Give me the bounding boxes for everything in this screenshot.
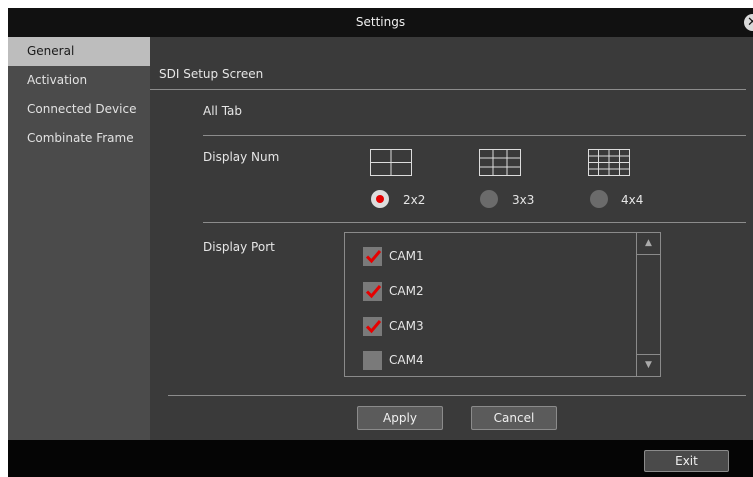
title-bar: Settings ✕ (8, 8, 753, 37)
sidebar-item-connected-device[interactable]: Connected Device (8, 95, 150, 124)
cam1-label: CAM1 (389, 249, 424, 263)
sidebar-item-label: Connected Device (27, 102, 137, 116)
footer-bar: Exit (8, 440, 753, 477)
display-port-label: Display Port (203, 240, 275, 254)
radio-3x3-label: 3x3 (512, 193, 535, 207)
display-num-label: Display Num (203, 150, 280, 164)
divider (203, 135, 746, 136)
window-title: Settings (355, 15, 406, 29)
settings-window: Settings ✕ General Activation Connected … (8, 8, 753, 477)
cam2-checkbox[interactable] (363, 282, 382, 301)
cam4-label: CAM4 (389, 353, 424, 367)
checkmark-icon (366, 285, 381, 299)
section-title: SDI Setup Screen (159, 67, 264, 81)
list-scrollbar[interactable]: ▲ ▼ (636, 233, 660, 376)
cam3-checkbox[interactable] (363, 317, 382, 336)
checkmark-icon (366, 250, 381, 264)
cam4-checkbox[interactable] (363, 351, 382, 370)
radio-4x4[interactable] (590, 190, 608, 208)
scroll-down-arrow-icon: ▼ (645, 360, 652, 370)
divider (168, 395, 746, 396)
sidebar-item-general[interactable]: General (8, 37, 150, 66)
sidebar-item-label: Activation (27, 73, 88, 87)
cam2-label: CAM2 (389, 284, 424, 298)
camera-list[interactable]: CAM1 CAM2 CAM3 CAM4 ▲ ▼ (344, 232, 661, 377)
close-button[interactable]: ✕ (744, 14, 753, 31)
grid-4x4-icon (588, 149, 630, 176)
grid-3x3-icon (479, 149, 521, 176)
radio-2x2-label: 2x2 (403, 193, 426, 207)
grid-2x2-icon (370, 149, 412, 176)
radio-3x3[interactable] (480, 190, 498, 208)
all-tab-label: All Tab (203, 104, 243, 118)
sidebar-item-label: General (27, 44, 75, 58)
sidebar-item-activation[interactable]: Activation (8, 66, 150, 95)
sidebar-item-combinate-frame[interactable]: Combinate Frame (8, 124, 150, 153)
scroll-up-button[interactable]: ▲ (637, 233, 660, 255)
close-icon: ✕ (747, 15, 753, 30)
settings-content: SDI Setup Screen All Tab Display Num 2x2… (150, 37, 753, 440)
cam3-label: CAM3 (389, 319, 424, 333)
radio-2x2[interactable] (371, 190, 389, 208)
scroll-down-button[interactable]: ▼ (637, 354, 660, 376)
exit-button[interactable]: Exit (644, 450, 729, 472)
sidebar-item-label: Combinate Frame (27, 131, 134, 145)
radio-4x4-label: 4x4 (621, 193, 644, 207)
sidebar: General Activation Connected Device Comb… (8, 37, 150, 440)
divider (203, 222, 746, 223)
scroll-up-arrow-icon: ▲ (645, 238, 652, 248)
checkmark-icon (366, 320, 381, 334)
divider (150, 89, 746, 90)
apply-button[interactable]: Apply (357, 406, 443, 430)
cancel-button[interactable]: Cancel (471, 406, 557, 430)
cam1-checkbox[interactable] (363, 247, 382, 266)
